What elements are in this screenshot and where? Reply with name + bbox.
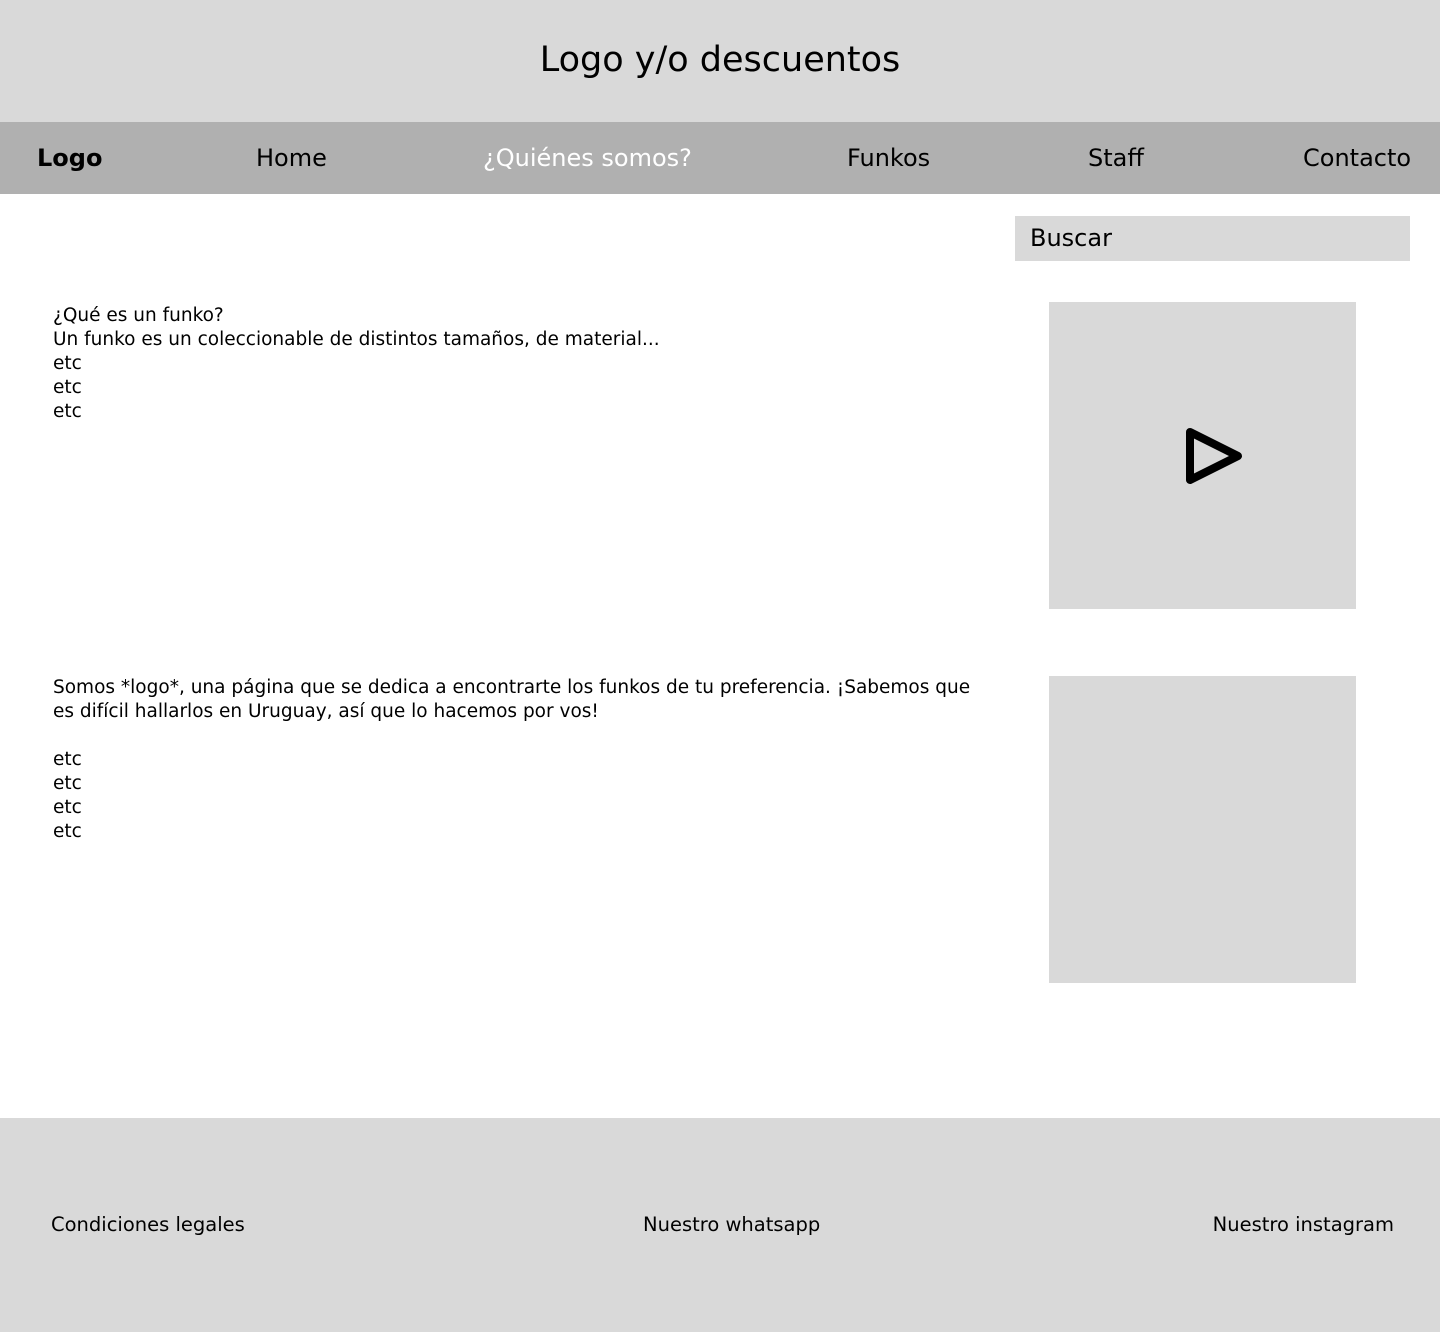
search-placeholder: Buscar [1030,224,1112,252]
nav-item-staff[interactable]: Staff [1088,143,1144,173]
nav-logo[interactable]: Logo [37,143,102,173]
whatsapp-link[interactable]: Nuestro whatsapp [643,1213,820,1237]
search-input[interactable]: Buscar [1015,216,1410,261]
main-navigation: Logo Home ¿Quiénes somos? Funkos Staff C… [0,122,1440,194]
text-line: es difícil hallarlos en Uruguay, así que… [53,701,599,722]
nav-item-contact[interactable]: Contacto [1303,143,1411,173]
instagram-link[interactable]: Nuestro instagram [1213,1213,1394,1237]
section-heading: ¿Qué es un funko? [53,305,224,326]
image-placeholder [1049,676,1356,983]
nav-item-home[interactable]: Home [256,143,327,173]
legal-conditions-link[interactable]: Condiciones legales [51,1213,245,1237]
nav-item-about-us[interactable]: ¿Quiénes somos? [483,143,692,173]
text-line: etc [53,401,82,422]
text-line: etc [53,377,82,398]
text-line: Un funko es un coleccionable de distinto… [53,329,660,350]
play-icon [1186,428,1242,484]
what-is-funko-text: ¿Qué es un funko? Un funko es un colecci… [53,304,660,424]
text-line: etc [53,773,82,794]
video-placeholder[interactable] [1049,302,1356,609]
top-banner: Logo y/o descuentos [0,0,1440,122]
about-us-text: Somos *logo*, una página que se dedica a… [53,676,970,844]
text-line: etc [53,353,82,374]
nav-item-funkos[interactable]: Funkos [847,143,930,173]
footer: Condiciones legales Nuestro whatsapp Nue… [0,1118,1440,1332]
text-line-blank [53,724,970,748]
text-line: etc [53,821,82,842]
text-line: etc [53,797,82,818]
text-line: Somos *logo*, una página que se dedica a… [53,677,971,698]
page: Logo y/o descuentos Logo Home ¿Quiénes s… [0,0,1440,1332]
banner-title: Logo y/o descuentos [539,40,901,80]
text-line: etc [53,749,82,770]
